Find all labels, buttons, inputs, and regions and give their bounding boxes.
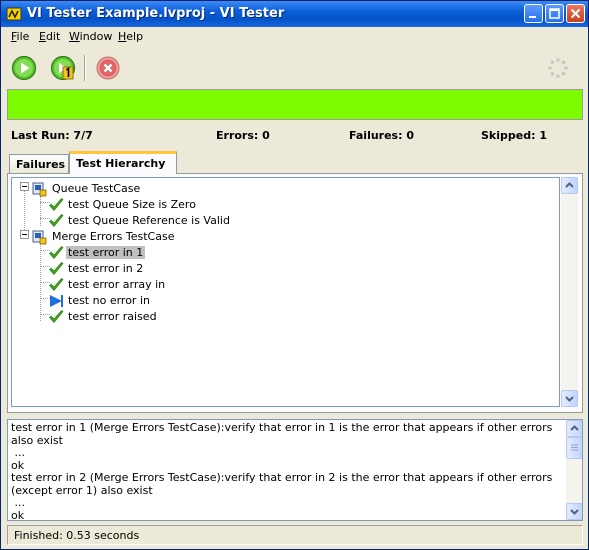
test-tree[interactable]: Queue TestCase test Queue Size is Zero tes…: [11, 177, 560, 407]
tree-test-node[interactable]: test error raised: [48, 309, 552, 325]
tree-testcase-node[interactable]: Merge Errors TestCase: [32, 229, 552, 245]
menu-help[interactable]: Help: [118, 30, 143, 43]
collapse-queue-testcase[interactable]: [20, 182, 29, 191]
close-icon: [570, 8, 581, 19]
output-scroll-up-button[interactable]: [566, 420, 582, 437]
test-progress-bar: [7, 89, 583, 120]
tree-scrollbar[interactable]: [561, 177, 578, 407]
title-bar[interactable]: VI Tester Example.lvproj - VI Tester: [1, 1, 588, 27]
maximize-icon: [549, 8, 560, 19]
tree-node-label: Queue TestCase: [52, 182, 141, 195]
run-all-button[interactable]: [11, 55, 37, 81]
maximize-button[interactable]: [545, 4, 564, 23]
abort-button[interactable]: [95, 55, 121, 81]
tree-node-label: test error raised: [68, 310, 157, 323]
menu-edit-accel: E: [39, 30, 46, 43]
menu-edit-label: dit: [45, 30, 61, 43]
tree-scroll-up-button[interactable]: [561, 177, 578, 194]
menu-help-label: elp: [126, 30, 144, 43]
menu-file[interactable]: File: [11, 30, 29, 43]
output-line: ...: [11, 446, 26, 459]
tab-failures[interactable]: Failures: [9, 154, 69, 173]
menu-window-accel: W: [69, 30, 80, 43]
output-line: test error in 1 (Merge Errors TestCase):…: [11, 421, 556, 447]
status-text: Finished: 0.53 seconds: [14, 529, 140, 542]
abort-icon: [96, 56, 120, 80]
stats-bar: Last Run: 7/7 Errors: 0 Failures: 0 Skip…: [1, 127, 588, 145]
output-line: test error in 2 (Merge Errors TestCase):…: [11, 471, 556, 497]
output-line: ok: [11, 508, 25, 521]
test-hierarchy-panel: Queue TestCase test Queue Size is Zero tes…: [7, 173, 583, 413]
tree-test-node[interactable]: test Queue Size is Zero: [48, 197, 552, 213]
menu-bar: File Edit Window Help: [1, 27, 588, 47]
tree-testcase-node[interactable]: Queue TestCase: [32, 181, 552, 197]
chevron-up-icon: [565, 182, 574, 188]
tree-node-label: Merge Errors TestCase: [52, 230, 175, 243]
tab-test-hierarchy[interactable]: Test Hierarchy: [69, 151, 177, 174]
tree-node-label: test no error in: [68, 294, 150, 307]
tree-test-node[interactable]: test error array in: [48, 277, 552, 293]
close-button[interactable]: [566, 4, 585, 23]
output-scrollbar[interactable]: [566, 420, 582, 520]
menu-edit[interactable]: Edit: [39, 30, 60, 43]
tree-test-node[interactable]: test no error in: [48, 293, 552, 309]
grip-icon: [571, 444, 578, 451]
check-icon: [49, 214, 64, 227]
menu-window-label: indow: [79, 30, 113, 43]
labview-app-icon: [6, 7, 22, 21]
check-icon: [49, 262, 64, 275]
minimize-button[interactable]: [524, 4, 543, 23]
toolbar-separator: [84, 55, 86, 81]
chevron-down-icon: [565, 396, 574, 402]
output-scroll-thumb[interactable]: [566, 437, 582, 459]
last-run-count: Last Run: 7/7: [11, 129, 93, 142]
status-bar: Finished: 0.53 seconds: [7, 525, 583, 545]
menu-window[interactable]: Window: [69, 30, 112, 43]
main-window: VI Tester Example.lvproj - VI Tester Fil…: [0, 0, 589, 550]
check-icon: [49, 278, 64, 291]
tree-node-label: test error in 2: [68, 262, 144, 275]
collapse-merge-errors-testcase[interactable]: [20, 230, 29, 239]
tree-node-label: test Queue Size is Zero: [68, 198, 196, 211]
chevron-up-icon: [570, 425, 579, 431]
play-icon: [11, 55, 37, 81]
toolbar: [1, 47, 588, 89]
errors-count: Errors: 0: [216, 129, 270, 142]
output-scroll-down-button[interactable]: [566, 503, 582, 520]
busy-indicator: [547, 57, 569, 79]
testcase-icon: [32, 182, 47, 197]
window-title: VI Tester Example.lvproj - VI Tester: [27, 6, 285, 21]
tree-node-label: test error array in: [68, 278, 166, 291]
run-one-icon: [50, 55, 76, 81]
output-line: ...: [11, 496, 26, 509]
failures-count: Failures: 0: [349, 129, 414, 142]
tree-test-node[interactable]: test error in 2: [48, 261, 552, 277]
tree-test-node[interactable]: test Queue Reference is Valid: [48, 213, 552, 229]
run-one-button[interactable]: [50, 55, 76, 81]
check-icon: [49, 198, 64, 211]
testcase-icon: [32, 230, 47, 245]
output-text: test error in 1 (Merge Errors TestCase):…: [11, 421, 563, 521]
skip-icon: [50, 295, 63, 307]
tree-node-label: test error in 1: [66, 246, 146, 259]
tree-test-node[interactable]: test error in 1: [48, 245, 552, 261]
tree-scroll-down-button[interactable]: [561, 390, 578, 407]
check-icon: [49, 310, 64, 323]
minimize-icon: [529, 16, 536, 18]
chevron-down-icon: [570, 509, 579, 515]
menu-file-label: ile: [16, 30, 30, 43]
tree-node-label: test Queue Reference is Valid: [68, 214, 230, 227]
busy-spinner-icon: [548, 58, 568, 78]
check-icon: [49, 246, 64, 259]
test-output-log[interactable]: test error in 1 (Merge Errors TestCase):…: [7, 419, 583, 521]
skipped-count: Skipped: 1: [481, 129, 547, 142]
